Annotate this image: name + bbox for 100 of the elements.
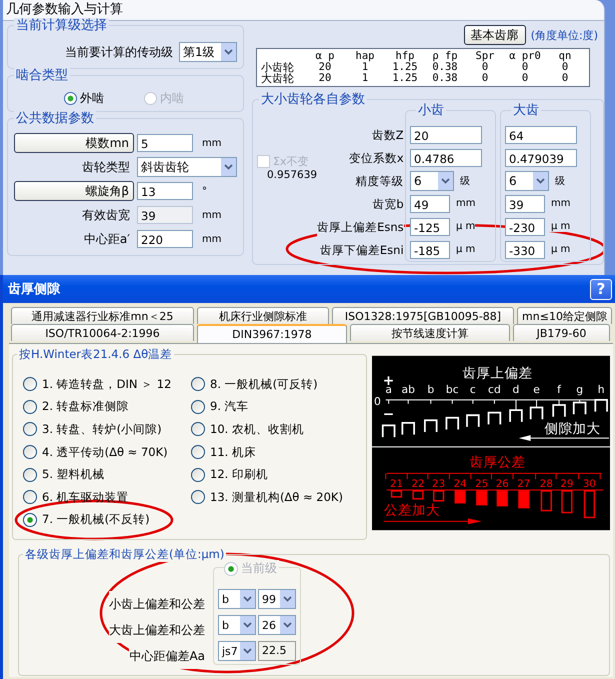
radio-option[interactable]: 4. 透平传动(Δθ ≈ 70K)	[23, 440, 191, 464]
input-field[interactable]: 0.479039	[505, 148, 577, 166]
radio-icon[interactable]	[23, 377, 37, 392]
grade-dropdown[interactable]: b	[218, 615, 256, 635]
deviation-letter: d	[512, 383, 520, 396]
radio-icon[interactable]	[23, 490, 37, 504]
deviation-mark	[466, 414, 480, 427]
deviation-letter: b	[427, 383, 434, 396]
deviation-letter: bc	[446, 383, 459, 396]
tab[interactable]: ISO1328:1975[GB10095-88]	[332, 307, 514, 324]
grade-dropdown[interactable]: 99	[258, 589, 296, 609]
radio-option[interactable]: 1. 铸造转盘，DIN ＞ 12	[23, 373, 191, 396]
profile-button[interactable]: 基本齿廓	[464, 25, 526, 45]
radio-option[interactable]: 5. 塑料机械	[23, 463, 191, 486]
deviation-mark	[509, 409, 523, 422]
radio-option[interactable]: 2. 转盘标准侧隙	[23, 396, 191, 418]
table-cell-text: 20	[318, 62, 332, 73]
parameter-button[interactable]: 螺旋角β	[14, 181, 134, 201]
radio-option[interactable]: 6. 机车驱动装置	[23, 486, 191, 509]
grade-dropdown[interactable]: b	[218, 589, 256, 609]
radio-icon[interactable]	[23, 445, 37, 460]
tab[interactable]: DIN3967:1978	[197, 324, 347, 343]
input-field[interactable]: 5	[137, 134, 193, 152]
table-cell-text: 1	[362, 62, 368, 73]
input-field[interactable]: -330	[505, 240, 545, 258]
parameter-button[interactable]: 模数mn	[14, 133, 134, 153]
radio-option[interactable]: 外啮	[64, 90, 104, 107]
radio-icon[interactable]	[191, 490, 205, 504]
unit-label: μ m	[450, 221, 476, 232]
input-field[interactable]: 39	[137, 206, 193, 224]
input-field[interactable]: -185	[410, 240, 450, 258]
radio-icon[interactable]	[64, 92, 77, 105]
tolerance-grade: 29	[560, 478, 574, 490]
table-cell-text: 0	[480, 73, 490, 84]
grade-dropdown[interactable]: 6	[410, 170, 454, 190]
radio-option[interactable]: 9. 汽车	[191, 396, 371, 418]
stage-dropdown[interactable]: 第1级	[179, 42, 237, 62]
radio-icon[interactable]	[191, 400, 205, 414]
deviation-mark	[488, 412, 502, 424]
input-field[interactable]: 49	[410, 194, 450, 212]
deviation-letter: c	[470, 383, 476, 396]
radio-icon[interactable]	[23, 422, 37, 436]
tab[interactable]: 机床行业侧隙标准	[197, 307, 329, 324]
column-header: ρ fp	[431, 51, 459, 62]
deviation-letter: ab	[402, 383, 415, 396]
input-field[interactable]: -230	[505, 218, 545, 236]
radio-icon[interactable]	[191, 468, 205, 482]
input-field[interactable]: 20	[410, 126, 482, 144]
tab[interactable]: 通用减速器行业标准mn＜25	[11, 307, 194, 324]
input-field[interactable]: 39	[505, 194, 545, 212]
radio-icon[interactable]	[23, 468, 37, 482]
radio-option[interactable]: 12. 印刷机	[191, 463, 371, 486]
radio-option[interactable]: 8. 一般机械(可反转)	[191, 373, 371, 396]
column-header: α p	[314, 51, 336, 62]
input-field[interactable]: 220	[137, 230, 193, 248]
group-title: 公共数据参数	[14, 111, 96, 127]
grade-dropdown[interactable]: 26	[258, 615, 296, 635]
tolerance-grade: 26	[496, 478, 509, 490]
field-label: 齿轮类型	[81, 158, 131, 176]
radio-icon[interactable]	[23, 400, 37, 414]
tolerance-grade: 25	[475, 478, 488, 490]
tab[interactable]: ISO/TR10064-2:1996	[11, 324, 194, 341]
table-cell-text: 0	[520, 62, 528, 73]
input-field[interactable]: 64	[505, 126, 577, 144]
tab[interactable]: 按节线速度计算	[350, 324, 510, 341]
radio-option[interactable]: 7. 一般机械(不反转)	[23, 508, 191, 532]
field-label: 有效齿宽	[81, 206, 131, 224]
radio-option[interactable]: 10. 农机、收割机	[191, 418, 371, 441]
grade-dropdown[interactable]: js7	[218, 641, 256, 661]
input-field[interactable]: 13	[137, 182, 193, 200]
grade-dropdown[interactable]: 6	[505, 170, 549, 190]
tolerance-grade: 27	[517, 478, 530, 490]
radio-option[interactable]: 11. 机床	[191, 440, 371, 464]
diagram-title: 齿厚公差	[469, 454, 526, 470]
radio-option[interactable]: 13. 测量机构(Δθ ≈ 20K)	[191, 486, 371, 509]
input-field[interactable]: -125	[410, 218, 450, 236]
value-field[interactable]: 22.5	[258, 641, 296, 661]
tab[interactable]: mn≤10给定侧隙	[517, 307, 612, 324]
table-cell-text: 20	[318, 73, 332, 84]
radio-icon[interactable]	[23, 512, 37, 527]
radio-option[interactable]: 3. 转盘、转炉(小间隙)	[23, 418, 191, 441]
radio-icon[interactable]	[191, 445, 205, 460]
input-field[interactable]: 0.4786	[410, 148, 482, 166]
table-cell-text: 0	[520, 73, 530, 84]
tab[interactable]: JB179-60	[513, 324, 610, 341]
radio-icon[interactable]	[191, 377, 205, 392]
table-cell-text: 0	[562, 62, 568, 73]
column-header: qn	[558, 51, 572, 62]
row-header: 大齿轮	[261, 73, 295, 84]
unit-note: (角度单位:度)	[530, 28, 598, 42]
deviation-mark	[552, 404, 566, 417]
type-dropdown[interactable]: 斜齿齿轮	[137, 157, 237, 177]
table-cell-text: 1.25	[391, 73, 419, 84]
table-cell-text: 1	[360, 73, 370, 84]
deviation-mark	[382, 424, 396, 438]
help-button[interactable]: ?	[590, 278, 612, 300]
radio-icon[interactable]	[191, 422, 205, 436]
group-title: 各级齿厚上偏差和齿厚公差(单位:μm)	[23, 547, 226, 562]
column-title: 小齿	[416, 103, 446, 119]
group-title: 啮合类型	[14, 68, 70, 84]
